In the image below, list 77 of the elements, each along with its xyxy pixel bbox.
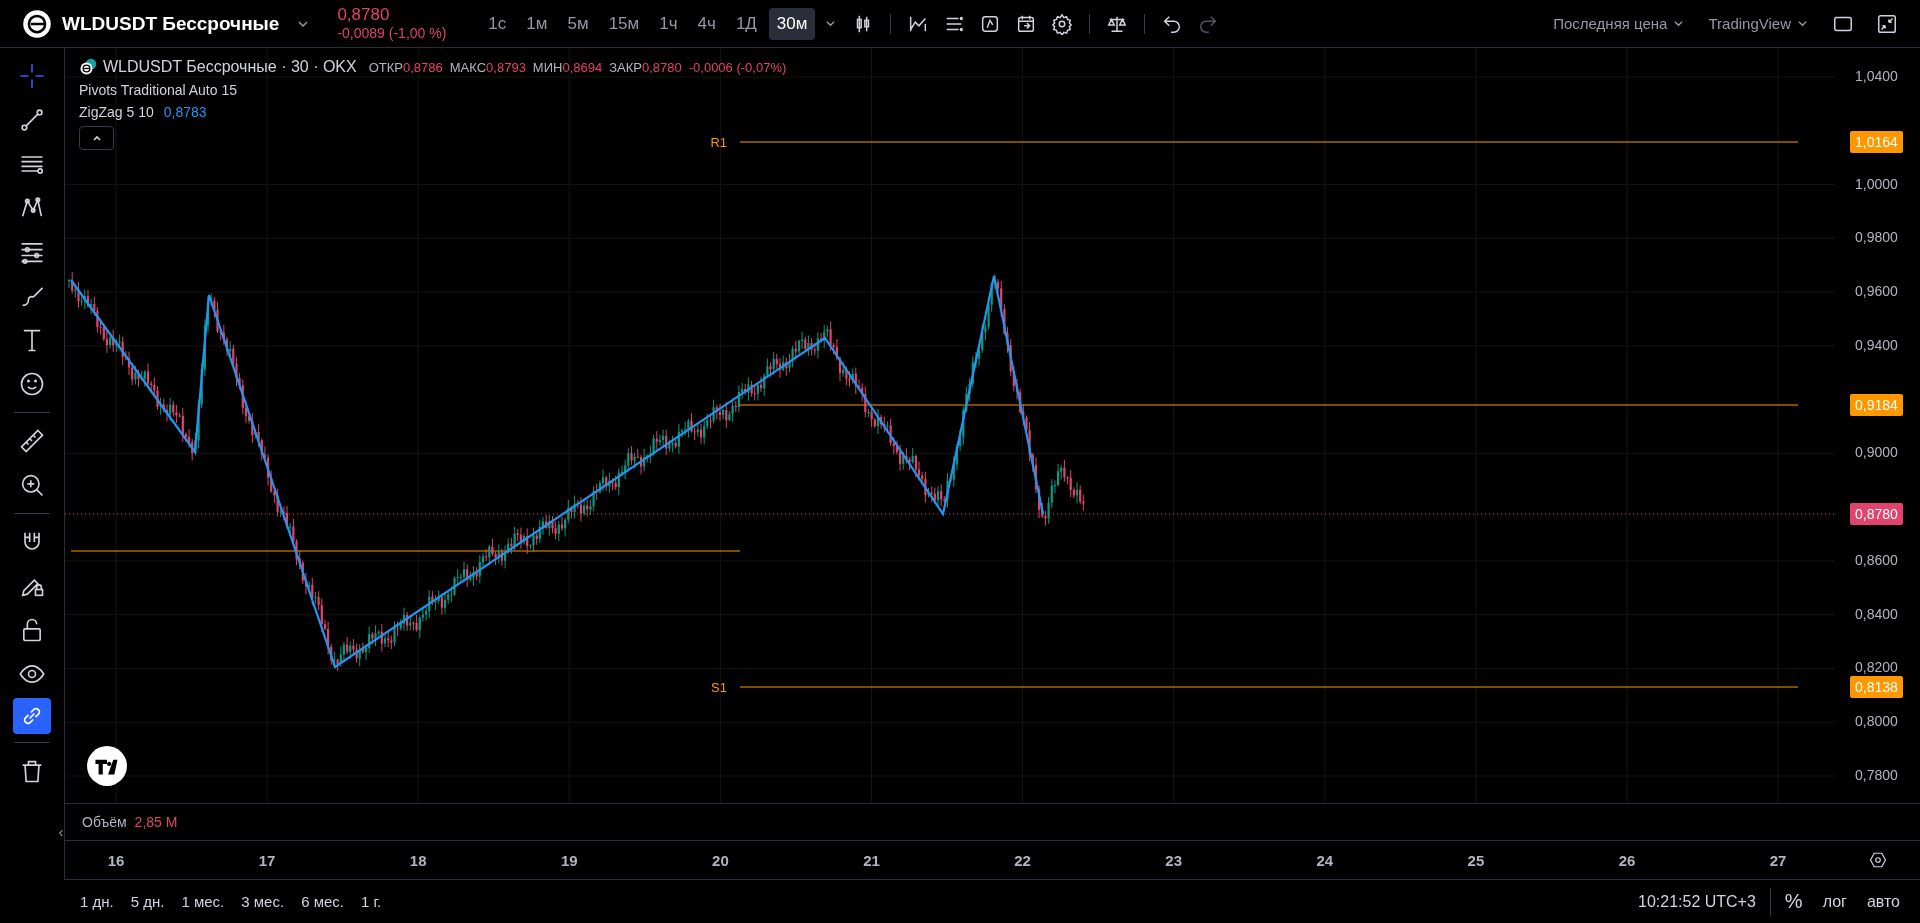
- price-tick: 0,7800: [1855, 767, 1898, 783]
- price-tick: 1,0000: [1855, 175, 1898, 192]
- time-tick: 16: [106, 852, 126, 869]
- ohlc-value: 0,8780: [641, 60, 682, 75]
- interval-button[interactable]: 1ч: [651, 7, 686, 40]
- interval-button[interactable]: 1с: [480, 7, 515, 40]
- time-tick: 19: [559, 852, 579, 869]
- logo-icon: [22, 8, 52, 39]
- interval-button[interactable]: 1м: [518, 7, 556, 40]
- time-tick: 25: [1466, 852, 1486, 869]
- clock: 10:21:52 UTC+3: [1638, 892, 1756, 911]
- ohlc-value: 0,8694: [562, 60, 603, 75]
- collapse-arrow[interactable]: ‹: [58, 823, 64, 840]
- indicator-value: 0,8783: [163, 104, 207, 120]
- coin-icon: [79, 58, 97, 76]
- time-tick: 22: [1013, 852, 1032, 869]
- range-button[interactable]: 1 мес.: [181, 893, 225, 910]
- ohlc-value: 0,8786: [403, 60, 443, 75]
- price-tick: 0,8400: [1855, 605, 1898, 622]
- logo-icon[interactable]: [86, 745, 128, 787]
- pivot-label: R1: [710, 135, 727, 150]
- link-icon[interactable]: [13, 698, 51, 734]
- price-source-dropdown[interactable]: Последняя цена: [1553, 15, 1685, 32]
- range-button[interactable]: 6 мес.: [301, 893, 344, 910]
- time-tick: 23: [1164, 852, 1184, 869]
- price-tick: 0,9000: [1855, 444, 1898, 461]
- collapse-icon[interactable]: [1876, 12, 1898, 35]
- range-button[interactable]: 1 дн.: [80, 893, 114, 910]
- time-tick: 21: [862, 852, 881, 869]
- interval-button[interactable]: 4ч: [689, 7, 724, 40]
- time-tick: 27: [1768, 852, 1788, 869]
- range-button[interactable]: 1 г.: [360, 893, 382, 910]
- price-tick: 1,0400: [1855, 68, 1898, 84]
- last-price: 0,8780: [337, 4, 391, 26]
- time-tick: 17: [257, 852, 277, 869]
- interval-button[interactable]: 1Д: [727, 7, 765, 40]
- price-badge: 0,9184: [1850, 394, 1903, 416]
- range-button[interactable]: 5 дн.: [130, 893, 165, 910]
- ohlc-label: МАКС: [449, 60, 487, 75]
- settings-icon[interactable]: [1868, 851, 1887, 869]
- ohlc-label: ЗАКР: [609, 60, 642, 75]
- pivot-label: S1: [711, 680, 727, 695]
- price-tick: 0,8000: [1855, 713, 1898, 730]
- interval-button[interactable]: 30м: [768, 7, 816, 40]
- time-tick: 26: [1617, 852, 1637, 869]
- volume-value: 2,85 M: [134, 814, 178, 830]
- volume-label: Объём: [82, 814, 127, 830]
- ohlc-label: ОТКР: [368, 60, 403, 75]
- ohlc-label: МИН: [532, 60, 563, 75]
- ohlc-change: -0,0006 (-0,07%): [688, 60, 787, 75]
- price-change: -0,0089 (-1,00 %): [337, 25, 447, 43]
- price-badge: 0,8138: [1850, 676, 1903, 698]
- chevron-down-icon: [1673, 18, 1685, 29]
- time-tick: 18: [408, 852, 428, 869]
- price-tick: 0,8200: [1855, 659, 1898, 676]
- interval-button[interactable]: 15м: [600, 7, 648, 40]
- price-tick: 0,9800: [1855, 229, 1898, 246]
- percent-toggle[interactable]: %: [1784, 890, 1803, 913]
- chart-title[interactable]: WLDUSDT Бессрочные · 30 · OKX: [103, 58, 357, 76]
- ohlc-value: 0,8793: [486, 60, 526, 75]
- range-button[interactable]: 3 мес.: [241, 893, 285, 910]
- log-toggle[interactable]: лог: [1822, 892, 1847, 911]
- time-tick: 20: [711, 852, 730, 869]
- price-tick: 0,9600: [1855, 283, 1898, 300]
- time-tick: 24: [1315, 852, 1335, 869]
- layout-dropdown[interactable]: TradingView: [1708, 15, 1808, 32]
- indicator-name[interactable]: ZigZag 5 10: [79, 104, 154, 120]
- chevron-down-icon: [1797, 18, 1808, 29]
- symbol-name[interactable]: WLDUSDT Бессрочные: [62, 12, 280, 35]
- interval-button[interactable]: 5м: [559, 7, 597, 40]
- indicator-name[interactable]: Pivots Traditional Auto 15: [79, 82, 237, 98]
- price-tick: 0,8600: [1855, 551, 1898, 568]
- chevron-down-icon[interactable]: [825, 18, 837, 29]
- price-badge: 1,0164: [1850, 131, 1903, 153]
- auto-toggle[interactable]: авто: [1866, 892, 1900, 911]
- price-tick: 0,9400: [1855, 336, 1898, 353]
- price-badge: 0,8780: [1850, 503, 1903, 525]
